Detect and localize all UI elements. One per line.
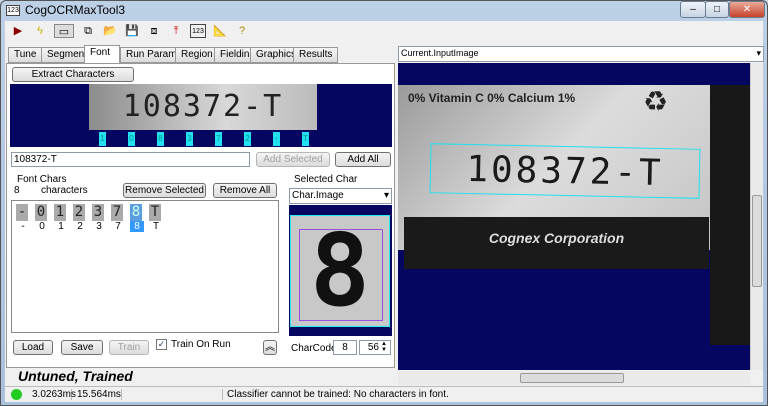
vertical-scrollbar[interactable] [750,63,763,370]
run-icon[interactable]: ▶ [10,24,26,38]
help-icon[interactable]: ? [234,24,250,38]
image-display[interactable]: 0% Vitamin C 0% Calcium 1% ♻ 108372-T Co… [398,63,750,370]
close-button[interactable]: ✕ [729,1,765,18]
selected-char-view: 8 [289,205,392,336]
image-source-dropdown[interactable]: Current.InputImage ▾ [398,46,764,62]
font-char-item[interactable]: 77 [111,204,125,232]
label-dark-band: Cognex Corporation [404,217,709,269]
measure-icon[interactable]: 📐 [212,24,228,38]
open-icon[interactable]: 📂 [102,24,118,38]
char-label[interactable]: 8 [157,132,164,146]
font-char-item-selected[interactable]: 88 [130,204,144,232]
font-char-item[interactable]: 22 [73,204,87,232]
char-label[interactable]: 3 [186,132,193,146]
add-selected-button[interactable]: Add Selected [256,152,330,167]
maximize-button[interactable]: □ [705,1,729,18]
total-time: 15.564ms [77,389,122,400]
horizontal-scrollbar[interactable] [398,371,750,385]
char-image-dropdown[interactable]: Char.Image ▾ [289,188,392,204]
run-time: 3.0263ms [32,389,76,400]
char-label[interactable]: 2 [244,132,251,146]
font-char-item[interactable]: 11 [54,204,68,232]
tab-region[interactable]: Region [175,47,219,63]
show-image-icon[interactable]: ▭ [54,24,74,38]
font-chars-list[interactable]: -- 00 11 22 33 77 88 TT [11,200,279,333]
extracted-strip: 108372-T 1 0 8 3 7 2 - T [10,84,392,147]
floating-icon[interactable]: ⧉ [80,24,96,38]
train-on-run-checkbox[interactable]: ✓ [156,339,167,350]
char-label[interactable]: - [273,132,280,146]
double-chevron-up-icon: ︽ [265,342,275,353]
font-char-item[interactable]: 33 [92,204,106,232]
font-char-item[interactable]: -- [16,204,30,232]
app-icon: 123 [6,4,20,16]
tab-results[interactable]: Results [293,47,339,63]
label-text: 0% Vitamin C 0% Calcium 1% [408,91,576,105]
minimize-button[interactable]: – [680,1,706,18]
extracted-labels: 1 0 8 3 7 2 - T [99,132,309,146]
lightning-icon[interactable]: ϟ [32,24,48,38]
save-icon[interactable]: 💾 [124,24,140,38]
extracted-image: 108372-T [89,84,317,130]
char-count-label: characters [41,185,88,196]
add-all-button[interactable]: Add All [335,152,391,167]
font-char-item[interactable]: 00 [35,204,49,232]
title-bar: 123 CogOCRMaxTool3 [6,3,125,17]
toolbar: ▶ ϟ ▭ ⧉ 📂 💾 ⧈ ⤒ 123 📐 ? [10,24,250,38]
char-label[interactable]: 1 [99,132,106,146]
window-title: CogOCRMaxTool3 [25,3,126,17]
char-label[interactable]: T [302,132,309,146]
font-char-item[interactable]: TT [149,204,163,232]
char-label[interactable]: 7 [215,132,222,146]
text-input[interactable] [11,152,250,167]
save-button[interactable]: Save [61,340,103,355]
tab-tune[interactable]: Tune [8,47,43,63]
reset-icon[interactable]: ⧈ [146,24,162,38]
ocr-icon[interactable]: 123 [190,24,206,38]
selected-char-label: Selected Char [294,174,358,185]
char-label[interactable]: 0 [128,132,135,146]
remove-selected-button[interactable]: Remove Selected [123,183,206,198]
background-dark [710,85,750,345]
stepper-arrows-icon[interactable]: ▲ ▼ [381,341,387,353]
font-chars-label: Font Chars [17,174,67,185]
charcode-char-field[interactable]: 8 [333,340,357,355]
status-indicator-icon [11,389,22,400]
extract-characters-button[interactable]: Extract Characters [12,67,134,82]
train-button[interactable]: Train [109,340,149,355]
load-button[interactable]: Load [13,340,53,355]
vertical-scroll-thumb[interactable] [752,195,762,287]
ocr-region[interactable]: 108372-T [429,143,701,199]
train-on-run-label: Train On Run [171,339,231,350]
char-count: 8 [14,185,20,196]
tab-font[interactable]: Font [84,45,120,64]
recycle-icon: ♻ [643,86,669,117]
brand-text: Cognex Corporation [488,230,625,246]
status-bar: 3.0263ms 15.564ms Classifier cannot be t… [5,386,763,402]
import-icon[interactable]: ⤒ [168,24,184,38]
collapse-button[interactable]: ︽ [263,340,277,355]
status-message: Classifier cannot be trained: No charact… [222,389,449,400]
char-bounds [299,229,383,321]
horizontal-scroll-thumb[interactable] [520,373,624,383]
remove-all-button[interactable]: Remove All [213,183,277,198]
tuning-status: Untuned, Trained [18,368,133,384]
